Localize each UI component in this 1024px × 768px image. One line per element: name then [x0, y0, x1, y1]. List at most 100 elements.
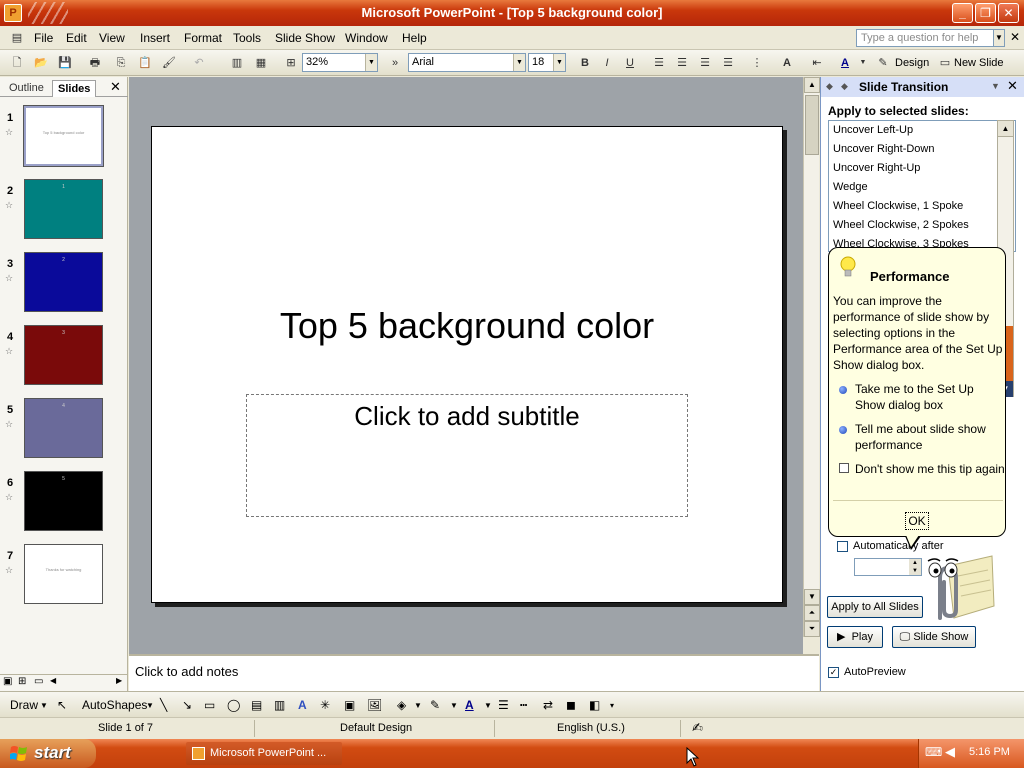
apply-to-all-button[interactable]: Apply to All Slides [827, 596, 923, 618]
autoshapes-button[interactable]: AutoShapes [82, 698, 147, 712]
copy-icon[interactable]: ⎘ [112, 54, 130, 72]
bold-icon[interactable]: B [576, 54, 594, 72]
slide-sorter-icon[interactable]: ⊞ [18, 676, 26, 687]
undo-icon[interactable]: ↶ [190, 54, 208, 72]
text-box-icon[interactable]: ▤ [251, 698, 262, 712]
select-arrow-icon[interactable]: ↖ [57, 698, 67, 712]
font-color-icon[interactable]: A [836, 54, 854, 72]
performance-help-option[interactable]: Tell me about slide show performance [855, 421, 1005, 453]
menu-tools[interactable]: Tools [233, 31, 261, 45]
slideshow-view-icon[interactable]: ▭ [34, 676, 43, 687]
dash-style-icon[interactable]: ┅ [520, 698, 527, 712]
slide-thumbnail-4[interactable]: 3 [24, 325, 103, 385]
menu-slide-show[interactable]: Slide Show [275, 31, 335, 45]
tray-speaker-icon[interactable]: ◀ [945, 744, 955, 760]
chevron-down-icon[interactable]: ▼ [40, 701, 48, 710]
line-style-icon[interactable]: ☰ [498, 698, 509, 712]
insert-wordart-icon[interactable]: A [298, 698, 307, 712]
align-right-icon[interactable]: ☰ [696, 54, 714, 72]
clip-art-icon[interactable]: ▣ [344, 698, 355, 712]
bullets-icon[interactable]: ⋮ [748, 54, 766, 72]
menu-format[interactable]: Format [184, 31, 222, 45]
picture-icon[interactable]: 🖼 [367, 698, 382, 712]
close-icon[interactable]: ✕ [110, 79, 121, 95]
format-painter-icon[interactable]: 🖌 [160, 54, 178, 72]
slide-show-button[interactable]: 🖵 Slide Show [892, 626, 976, 648]
slide-thumbnail-2[interactable]: 1 [24, 179, 103, 239]
transition-list[interactable]: Uncover Left-Up Uncover Right-Down Uncov… [828, 120, 1016, 252]
decrease-indent-icon[interactable]: ⇤ [808, 54, 826, 72]
slide-thumbnail-1[interactable]: Top 5 background color [23, 105, 104, 167]
draw-menu-button[interactable]: Draw [10, 698, 38, 712]
tab-slides[interactable]: Slides [52, 80, 97, 97]
auto-after-time-input[interactable]: ▲ ▼ [854, 558, 922, 576]
scroll-right-icon[interactable]: ▶ [116, 676, 122, 685]
wordart-icon[interactable]: ▥ [274, 698, 285, 712]
chevron-down-icon[interactable]: ▼ [414, 701, 422, 710]
list-item[interactable]: Uncover Right-Up [833, 162, 920, 174]
setup-show-option[interactable]: Take me to the Set Up Show dialog box [855, 381, 1005, 413]
chevron-down-icon[interactable]: ▼ [484, 701, 492, 710]
slide-title[interactable]: Top 5 background color [152, 305, 782, 347]
line-color-icon[interactable]: ✎ [430, 698, 440, 712]
back-arrow-icon[interactable]: ◆ [826, 81, 833, 92]
scroll-thumb[interactable] [805, 95, 819, 155]
menu-edit[interactable]: Edit [66, 31, 87, 45]
option-bullet-icon[interactable] [839, 386, 847, 394]
taskbar-item-powerpoint[interactable]: Microsoft PowerPoint ... [186, 742, 342, 765]
tab-outline[interactable]: Outline [4, 80, 49, 97]
normal-view-icon[interactable]: ▣ [3, 676, 12, 687]
oval-icon[interactable]: ◯ [227, 698, 240, 712]
scroll-up-icon[interactable]: ▲ [804, 77, 820, 93]
diagram-icon[interactable]: ✳ [320, 698, 330, 712]
save-icon[interactable]: 💾 [56, 54, 74, 72]
font-color-icon[interactable]: A [465, 698, 474, 712]
arrow-style-icon[interactable]: ⇄ [543, 698, 553, 712]
menu-view[interactable]: View [99, 31, 125, 45]
font-size-select[interactable]: 18 ▼ [528, 53, 566, 72]
open-icon[interactable]: 📂 [32, 54, 50, 72]
document-icon[interactable]: ▤ [8, 29, 26, 47]
doc-close-icon[interactable]: ✕ [1010, 30, 1020, 44]
3d-icon[interactable]: ◧ [589, 698, 600, 712]
rectangle-icon[interactable]: ▭ [204, 698, 215, 712]
ok-button[interactable]: OK [905, 512, 929, 530]
chevron-down-icon[interactable]: ▼ [991, 81, 1000, 91]
slide-thumbnail-6[interactable]: 5 [24, 471, 103, 531]
align-left-icon[interactable]: ☰ [650, 54, 668, 72]
slide-thumbnail-3[interactable]: 2 [24, 252, 103, 312]
office-assistant-clippy[interactable] [918, 548, 998, 628]
scroll-down-icon[interactable]: ▼ [804, 589, 820, 605]
insert-chart-icon[interactable]: ▥ [228, 54, 246, 72]
dont-show-checkbox[interactable] [839, 463, 849, 473]
play-button[interactable]: ▶ Play [827, 626, 883, 648]
design-icon[interactable]: ✎ [874, 54, 892, 72]
menu-window[interactable]: Window [345, 31, 388, 45]
notes-placeholder[interactable]: Click to add notes [135, 664, 238, 679]
menu-insert[interactable]: Insert [140, 31, 170, 45]
chevron-down-icon[interactable]: ▼ [854, 54, 872, 72]
list-item[interactable]: Uncover Left-Up [833, 124, 913, 136]
list-item[interactable]: Uncover Right-Down [833, 143, 934, 155]
chevron-down-icon[interactable]: ▼ [146, 701, 154, 710]
new-slide-button[interactable]: New Slide [954, 57, 1004, 69]
help-search-input[interactable]: Type a question for help [856, 29, 994, 47]
forward-arrow-icon[interactable]: ◆ [841, 81, 848, 92]
scroll-left-icon[interactable]: ◀ [50, 676, 56, 685]
spelling-check-icon[interactable]: ✍ [692, 720, 703, 736]
toolbar-options-icon[interactable]: » [386, 54, 404, 72]
fill-color-icon[interactable]: ◈ [397, 698, 406, 712]
close-button[interactable]: ✕ [998, 3, 1019, 23]
list-item[interactable]: Wheel Clockwise, 2 Spokes [833, 219, 969, 231]
list-item[interactable]: Wheel Clockwise, 1 Spoke [833, 200, 963, 212]
font-select[interactable]: Arial ▼ [408, 53, 526, 72]
autopreview-checkbox[interactable]: ✓ [828, 667, 839, 678]
slide-scrollbar[interactable]: ▲ ▼ ⏶ ⏷ [803, 77, 820, 637]
grow-font-icon[interactable]: A [778, 54, 796, 72]
toolbar-options-icon[interactable]: ▾ [610, 701, 614, 710]
insert-table-icon[interactable]: ▦ [252, 54, 270, 72]
new-icon[interactable]: 🗋 [8, 54, 26, 72]
menu-help[interactable]: Help [402, 31, 427, 45]
print-icon[interactable]: 🖶 [86, 54, 104, 72]
slide-canvas[interactable]: Top 5 background color Click to add subt… [151, 126, 783, 603]
